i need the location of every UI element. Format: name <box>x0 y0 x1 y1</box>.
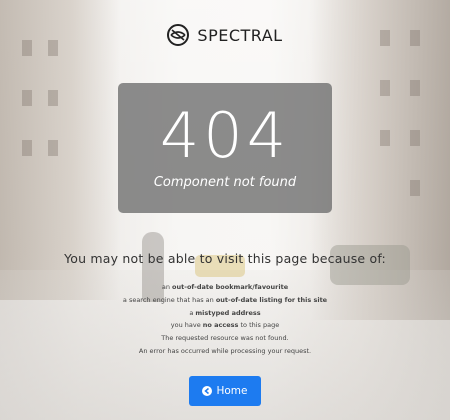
spectral-logo-icon <box>167 24 190 46</box>
home-button-label: Home <box>216 385 248 397</box>
home-button[interactable]: Home <box>189 376 261 406</box>
reasons-title: You may not be able to visit this page b… <box>64 251 386 266</box>
arrow-circle-left-icon <box>202 386 213 396</box>
error-code: 404 <box>159 99 291 172</box>
page-content: SPECTRAL 404 Component not found You may… <box>0 0 450 420</box>
brand-name: SPECTRAL <box>197 25 283 45</box>
list-item: An error has occurred while processing y… <box>138 346 312 355</box>
list-item: The requested resource was not found. <box>161 334 289 343</box>
error-message: Component not found <box>153 175 297 190</box>
reasons-list: an out-of-date bookmark/favourite a sear… <box>0 281 450 358</box>
brand-header: SPECTRAL <box>0 24 450 46</box>
list-item: a search engine that has an out-of-date … <box>122 295 328 304</box>
list-item: a mistyped address <box>189 308 261 317</box>
error-panel: 404 Component not found <box>118 83 332 213</box>
list-item: an out-of-date bookmark/favourite <box>161 283 289 291</box>
list-item: you have no access to this page <box>170 321 280 330</box>
